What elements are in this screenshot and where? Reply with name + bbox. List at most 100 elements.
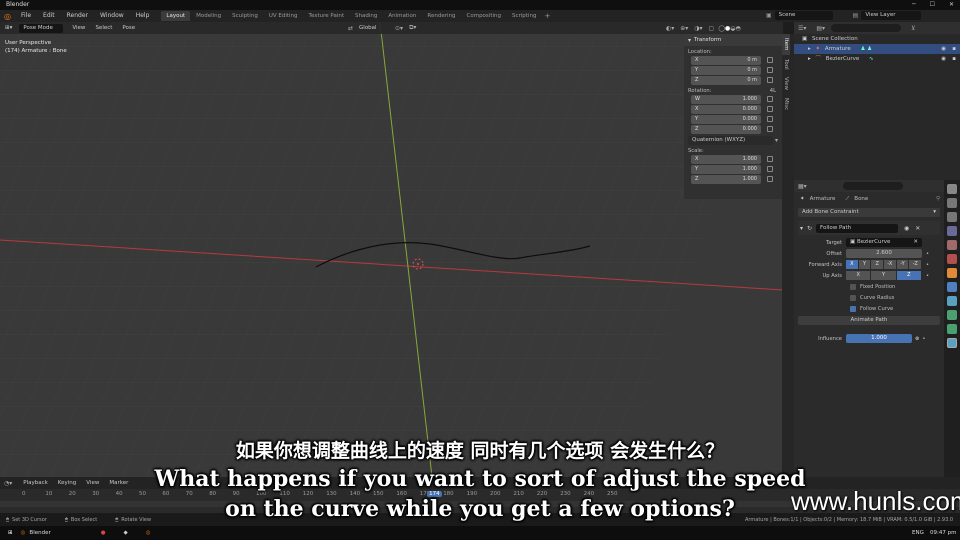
- lock-icon[interactable]: [767, 67, 773, 73]
- menu-file[interactable]: File: [15, 10, 37, 22]
- curve-radius-toggle[interactable]: Curve Radius: [794, 292, 944, 303]
- pin-icon[interactable]: ⚲: [936, 196, 940, 202]
- fixed-position-checkbox[interactable]: [850, 283, 856, 290]
- properties-editor-icon[interactable]: ▦▾: [798, 183, 807, 190]
- 3d-viewport[interactable]: ⊞▾ Pose Mode View Select Pose ⇄ Global ⊙▾ …: [0, 22, 783, 477]
- forward-axis-y[interactable]: Y: [858, 260, 871, 269]
- visibility-icon[interactable]: ◐▾: [666, 25, 674, 32]
- bone-tab-icon[interactable]: [947, 324, 957, 334]
- rotation-field-w[interactable]: W 1.000: [691, 94, 761, 104]
- sidebar-tab-view[interactable]: View: [782, 73, 790, 94]
- camera-render-icon[interactable]: ▪: [952, 44, 956, 54]
- sidebar-tab-item[interactable]: Item: [782, 34, 790, 55]
- tab-scripting[interactable]: Scripting: [507, 11, 541, 21]
- up-axis-y[interactable]: Y: [871, 271, 896, 280]
- world-tab-icon[interactable]: [947, 254, 957, 264]
- tab-uv-editing[interactable]: UV Editing: [264, 11, 303, 21]
- forward-axis-z[interactable]: Z: [871, 260, 884, 269]
- tab-compositing[interactable]: Compositing: [462, 11, 506, 21]
- tool-tab-icon[interactable]: [947, 184, 957, 194]
- lock-icon[interactable]: [767, 57, 773, 63]
- pivot-icon[interactable]: ⊙▾: [395, 25, 403, 32]
- lock-icon[interactable]: [767, 166, 773, 172]
- gizmo-icon[interactable]: ⊕▾: [680, 25, 688, 32]
- influence-slider[interactable]: 1.000: [846, 334, 912, 343]
- app-icon[interactable]: ◎: [146, 530, 151, 536]
- taskbar-app-label[interactable]: Blender: [29, 530, 50, 536]
- offset-field[interactable]: 2.600: [846, 249, 922, 258]
- forward-axis--y[interactable]: -Y: [896, 260, 909, 269]
- lock-icon[interactable]: [767, 96, 773, 102]
- shading-wire-icon[interactable]: ◯: [718, 25, 725, 32]
- rotation-field-x[interactable]: X 0.000: [691, 104, 761, 114]
- tab-shading[interactable]: Shading: [350, 11, 382, 21]
- view-layer-tab-icon[interactable]: [947, 226, 957, 236]
- windows-start-icon[interactable]: ⊞: [0, 530, 21, 536]
- browser-icon[interactable]: ●: [101, 530, 106, 536]
- fixed-position-toggle[interactable]: Fixed Position: [794, 281, 944, 292]
- minimize-icon[interactable]: ─: [912, 0, 916, 10]
- expand-arrow-icon[interactable]: ▸: [808, 46, 811, 52]
- scale-field-z[interactable]: Z 1.000: [691, 174, 761, 184]
- tab-animation[interactable]: Animation: [383, 11, 421, 21]
- outliner-item-armature[interactable]: ▸ ✦ Armature ♟ ♟ ◉ ▪: [794, 44, 960, 54]
- output-tab-icon[interactable]: [947, 212, 957, 222]
- add-bone-constraint-button[interactable]: Add Bone Constraint ▾: [798, 208, 940, 217]
- properties-search-field[interactable]: [842, 182, 903, 190]
- transform-header[interactable]: Transform: [694, 37, 721, 43]
- shading-render-icon[interactable]: ◓: [735, 25, 740, 32]
- scene-tab-icon[interactable]: [947, 240, 957, 250]
- app-icon[interactable]: ◆: [124, 530, 128, 536]
- blender-logo-icon[interactable]: ◎: [0, 12, 15, 21]
- menu-edit[interactable]: Edit: [37, 10, 61, 22]
- render-tab-icon[interactable]: [947, 198, 957, 208]
- tab-rendering[interactable]: Rendering: [422, 11, 460, 21]
- curve-radius-checkbox[interactable]: [850, 294, 856, 301]
- collapse-arrow-icon[interactable]: ▾: [688, 37, 691, 44]
- editor-type-icon[interactable]: ⊞▾: [0, 22, 17, 34]
- location-field-z[interactable]: Z 0 m: [691, 75, 761, 85]
- keyframe-dot-icon[interactable]: •: [926, 262, 929, 268]
- forward-axis--x[interactable]: -X: [884, 260, 896, 269]
- overlay-icon[interactable]: ◑▾: [694, 25, 702, 32]
- lock-icon[interactable]: [767, 156, 773, 162]
- menu-help[interactable]: Help: [130, 10, 156, 22]
- visibility-eye-icon[interactable]: ◉: [941, 54, 946, 64]
- lock-icon[interactable]: [767, 116, 773, 122]
- scale-field-x[interactable]: X 1.000: [691, 154, 761, 164]
- constraint-name-field[interactable]: Follow Path: [816, 223, 899, 233]
- menu-render[interactable]: Render: [61, 10, 94, 22]
- tab-modeling[interactable]: Modeling: [191, 11, 226, 21]
- blender-taskbar-icon[interactable]: ◎: [21, 530, 26, 536]
- object-data-tab-icon[interactable]: [947, 310, 957, 320]
- scene-collection-row[interactable]: ▣ Scene Collection: [794, 34, 960, 44]
- lock-icon[interactable]: [767, 77, 773, 83]
- filter-display-icon[interactable]: ▤▾: [816, 25, 825, 32]
- animate-path-button[interactable]: Animate Path: [798, 316, 940, 325]
- keyframe-dot-icon[interactable]: •: [926, 251, 929, 257]
- outliner-editor-icon[interactable]: ☰▾: [798, 25, 806, 32]
- sidebar-tab-misc[interactable]: Misc: [782, 94, 790, 114]
- bone-constraint-tab-icon[interactable]: [947, 338, 957, 348]
- viewport-menu-view[interactable]: View: [67, 22, 90, 34]
- viewport-menu-pose[interactable]: Pose: [117, 22, 140, 34]
- collapse-arrow-icon[interactable]: ▾: [800, 225, 803, 232]
- forward-axis--z[interactable]: -Z: [909, 260, 922, 269]
- mode-selector[interactable]: Pose Mode: [19, 23, 64, 33]
- lock-icon[interactable]: [767, 176, 773, 182]
- follow-curve-toggle[interactable]: Follow Curve: [794, 303, 944, 314]
- forward-axis-x[interactable]: X: [846, 260, 858, 269]
- menu-window[interactable]: Window: [94, 10, 130, 22]
- disable-keep-transform-icon[interactable]: ⊗: [915, 336, 919, 342]
- orientation-selector[interactable]: Global: [355, 24, 391, 33]
- physics-tab-icon[interactable]: [947, 282, 957, 292]
- viewport-menu-select[interactable]: Select: [90, 22, 117, 34]
- outliner-search-field[interactable]: [831, 24, 902, 32]
- xray-icon[interactable]: ▢: [709, 25, 715, 32]
- keyframe-dot-icon[interactable]: •: [922, 336, 925, 342]
- lock-icon[interactable]: [767, 126, 773, 132]
- rotation-field-z[interactable]: Z 0.000: [691, 124, 761, 134]
- up-axis-z[interactable]: Z: [896, 271, 921, 280]
- tab-sculpting[interactable]: Sculpting: [227, 11, 263, 21]
- clear-target-icon[interactable]: ✕: [913, 238, 918, 247]
